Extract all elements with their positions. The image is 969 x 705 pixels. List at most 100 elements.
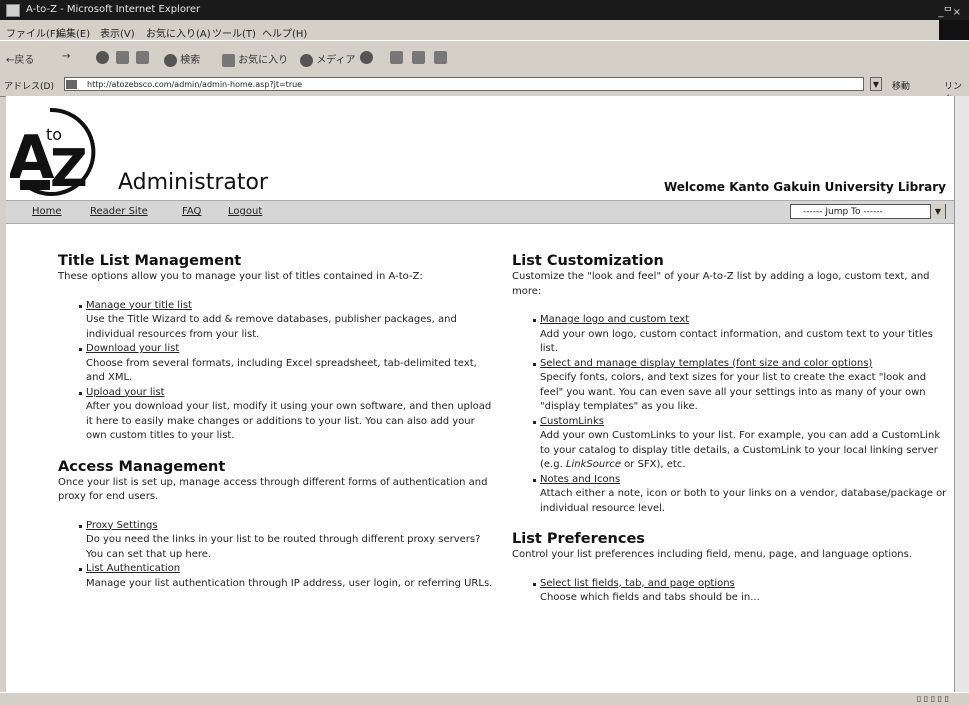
list-item-desc: Choose from several formats, including E…	[86, 357, 477, 384]
ie-app-icon	[6, 4, 20, 17]
list-item: List Authentication Manage your list auth…	[58, 562, 498, 591]
atoz-logo: A to Z	[8, 104, 106, 199]
menu-tools[interactable]: ツール(T)	[212, 25, 256, 40]
nav-faq-link[interactable]: FAQ	[182, 206, 201, 217]
window-titlebar: A-to-Z - Microsoft Internet Explorer _ᄆ×	[0, 0, 969, 20]
menu-edit[interactable]: 編集(E)	[56, 25, 90, 40]
address-dropdown-button[interactable]: ▼	[870, 77, 882, 91]
go-button[interactable]: 移動	[892, 79, 910, 92]
preferences-heading: List Preferences	[512, 531, 645, 547]
list-item-desc: Manage your list authentication through …	[86, 577, 493, 589]
stop-button[interactable]	[96, 51, 109, 64]
window-title: A-to-Z - Microsoft Internet Explorer	[26, 4, 201, 15]
search-button[interactable]: 検索	[164, 51, 200, 67]
window-controls[interactable]: _ᄆ×	[938, 3, 961, 18]
list-item: Download your list Choose from several fo…	[58, 342, 498, 386]
list-item: Notes and Icons Attach either a note, ico…	[512, 473, 948, 517]
menu-help[interactable]: ヘルプ(H)	[262, 25, 307, 40]
upload-list-link[interactable]: Upload your list	[86, 387, 165, 398]
menu-view[interactable]: 表示(V)	[100, 25, 135, 40]
select-fields-link[interactable]: Select list fields, tab, and page option…	[540, 578, 735, 589]
left-column: Title List Management These options allo…	[58, 252, 498, 591]
welcome-message: Welcome Kanto Gakuin University Library	[663, 180, 946, 194]
refresh-icon	[116, 51, 129, 64]
vertical-scrollbar[interactable]	[954, 96, 969, 692]
right-column: List Customization Customize the "look a…	[512, 252, 948, 606]
list-item: Proxy Settings Do you need the links in y…	[58, 519, 498, 563]
preferences-intro: Control your list preferences including …	[512, 549, 912, 560]
back-button[interactable]: ←戻る	[6, 51, 34, 66]
back-button-label: ←戻る	[6, 55, 35, 66]
customization-intro: Customize the "look and feel" of your A-…	[512, 271, 930, 297]
svg-text:Z: Z	[50, 139, 88, 196]
status-icons: ▯ ▯ ▯ ▯ ▯	[916, 694, 949, 703]
notes-icons-link[interactable]: Notes and Icons	[540, 474, 620, 485]
print-button[interactable]	[412, 51, 425, 64]
jump-to-select[interactable]: ------ Jump To ------ ▼	[790, 204, 946, 219]
customlinks-link[interactable]: CustomLinks	[540, 416, 604, 427]
manage-title-list-link[interactable]: Manage your title list	[86, 300, 192, 311]
list-item-desc: Specify fonts, colors, and text sizes fo…	[540, 372, 927, 412]
display-templates-link[interactable]: Select and manage display templates (fon…	[540, 358, 872, 369]
title-list-options: Manage your title list Use the Title Wiza…	[58, 299, 498, 444]
proxy-settings-link[interactable]: Proxy Settings	[86, 520, 158, 531]
favorites-icon	[222, 53, 235, 67]
customization-options: Manage logo and custom text Add your own …	[512, 313, 948, 516]
media-icon	[300, 53, 313, 67]
nav-reader-site-link[interactable]: Reader Site	[90, 206, 148, 217]
standard-toolbar: ←戻る → 検索 お気に入り メディア	[0, 40, 969, 75]
status-bar: ▯ ▯ ▯ ▯ ▯	[0, 692, 969, 705]
preferences-options: Select list fields, tab, and page option…	[512, 577, 948, 606]
nav-home-link[interactable]: Home	[32, 206, 62, 217]
title-list-intro: These options allow you to manage your l…	[58, 271, 423, 282]
address-bar: アドレス(D) http://atozebsco.com/admin/admin…	[0, 74, 969, 105]
list-item-desc: Add your own CustomLinks to your list. F…	[540, 430, 940, 470]
list-item-desc: After you download your list, modify it …	[86, 401, 492, 441]
history-icon	[360, 51, 373, 64]
access-heading: Access Management	[58, 458, 226, 475]
jump-to-value: ------ Jump To ------	[803, 207, 883, 217]
edit-icon	[434, 51, 447, 64]
chevron-down-icon[interactable]: ▼	[930, 204, 945, 219]
desc-part: or SFX), etc.	[620, 459, 686, 470]
favorites-button[interactable]: お気に入り	[222, 51, 288, 67]
edit-button[interactable]	[434, 51, 447, 64]
address-input[interactable]: http://atozebsco.com/admin/admin-home.as…	[64, 77, 864, 91]
menu-file[interactable]: ファイル(F)	[6, 25, 60, 40]
list-item: Manage your title list Use the Title Wiza…	[58, 299, 498, 343]
list-item-desc: Choose which fields and tabs should be i…	[540, 592, 760, 603]
refresh-button[interactable]	[116, 51, 129, 64]
list-item: Upload your list After you download your …	[58, 386, 498, 444]
access-options: Proxy Settings Do you need the links in y…	[58, 519, 498, 592]
home-button[interactable]	[136, 51, 149, 64]
nav-logout-link[interactable]: Logout	[228, 206, 262, 217]
mail-button[interactable]	[390, 51, 403, 64]
admin-nav-bar: Home Reader Site FAQ Logout ------ Jump …	[6, 200, 954, 224]
history-button[interactable]	[360, 51, 373, 64]
media-button-label: メディア	[316, 55, 356, 66]
list-item-desc: Do you need the links in your list to be…	[86, 534, 481, 560]
list-item-desc: Add your own logo, custom contact inform…	[540, 328, 933, 355]
print-icon	[412, 51, 425, 64]
media-button[interactable]: メディア	[300, 51, 356, 67]
download-list-link[interactable]: Download your list	[86, 343, 179, 354]
home-icon	[136, 51, 149, 64]
search-icon	[164, 53, 177, 67]
ie-throbber-logo	[939, 20, 969, 40]
stop-icon	[96, 51, 109, 64]
address-label: アドレス(D)	[4, 82, 54, 92]
list-authentication-link[interactable]: List Authentication	[86, 563, 180, 574]
list-item-desc: Use the Title Wizard to add & remove dat…	[86, 314, 457, 340]
manage-logo-link[interactable]: Manage logo and custom text	[540, 314, 689, 325]
menu-favorites[interactable]: お気に入り(A)	[146, 25, 211, 40]
list-item: Select list fields, tab, and page option…	[512, 577, 948, 606]
list-item: CustomLinks Add your own CustomLinks to y…	[512, 415, 948, 473]
customization-heading: List Customization	[512, 253, 664, 269]
favorites-button-label: お気に入り	[238, 55, 289, 66]
mail-icon	[390, 51, 403, 64]
list-item: Select and manage display templates (fon…	[512, 357, 948, 415]
forward-button[interactable]: →	[62, 51, 70, 62]
menu-bar: ファイル(F) 編集(E) 表示(V) お気に入り(A) ツール(T) ヘルプ(…	[0, 20, 969, 40]
page-icon	[66, 80, 77, 89]
title-list-heading: Title List Management	[58, 253, 242, 269]
